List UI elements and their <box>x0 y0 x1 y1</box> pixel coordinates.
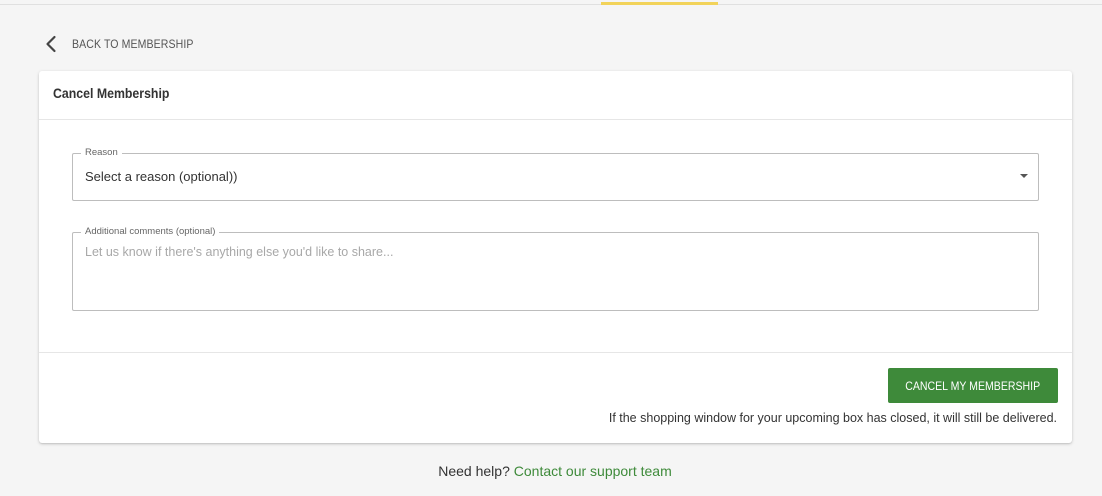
comments-field: Additional comments (optional) <box>72 226 1039 311</box>
active-tab-indicator <box>601 2 718 5</box>
contact-support-link[interactable]: Contact our support team <box>514 463 672 479</box>
caret-down-icon <box>1020 174 1028 178</box>
delivery-notice: If the shopping window for your upcoming… <box>608 411 1057 425</box>
card-header: Cancel Membership <box>39 71 1072 120</box>
reason-select[interactable]: Reason Select a reason (optional)) <box>72 147 1039 201</box>
card-title: Cancel Membership <box>53 85 170 101</box>
reason-label: Reason <box>81 147 122 159</box>
cancel-membership-button[interactable]: CANCEL MY MEMBERSHIP <box>888 368 1058 403</box>
footer-divider <box>39 352 1072 353</box>
help-line: Need help? Contact our support team <box>0 463 1102 479</box>
back-to-membership-link[interactable]: BACK TO MEMBERSHIP <box>40 32 210 56</box>
comments-input[interactable] <box>85 245 1025 301</box>
cancel-membership-card: Cancel Membership Reason Select a reason… <box>39 71 1072 443</box>
reason-selected-value: Select a reason (optional)) <box>85 169 238 184</box>
back-link-label: BACK TO MEMBERSHIP <box>72 37 194 51</box>
chevron-left-icon <box>46 35 56 53</box>
top-divider <box>0 4 1102 5</box>
comments-label: Additional comments (optional) <box>81 226 220 238</box>
help-prefix: Need help? <box>438 463 510 479</box>
cancel-button-label: CANCEL MY MEMBERSHIP <box>905 378 1041 393</box>
